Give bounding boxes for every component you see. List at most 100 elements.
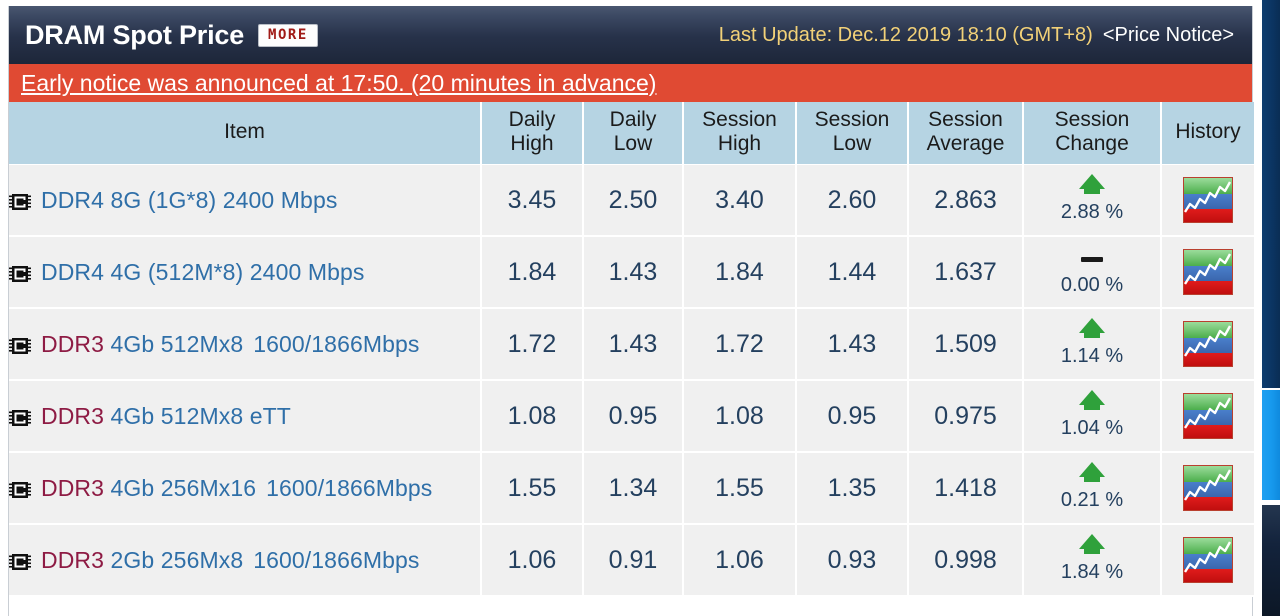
cell-session-high: 3.40 [683,164,797,238]
session-high-line2: High [717,131,762,155]
history-chart-icon[interactable] [1183,177,1233,224]
cell-session-high: 1.55 [683,452,797,526]
cell-session-high: 1.08 [683,380,797,454]
early-notice-banner: Early notice was announced at 17:50. (20… [9,64,1252,102]
item-type: DDR3 [41,403,105,430]
item-name-link[interactable]: DDR4 4G (512M*8) 2400 Mbps [41,259,365,286]
spot-price-table: Item Daily High Daily Low Session High S… [9,102,1254,598]
item-spec: 8G (1G*8) 2400 Mbps [110,186,338,213]
arrow-up-icon [1079,534,1105,555]
cell-session-average: 0.998 [908,524,1024,598]
early-notice-link[interactable]: Early notice was announced at 17:50. (20… [21,70,656,97]
history-chart-icon[interactable] [1183,537,1233,584]
memory-chip-icon [9,191,31,213]
cell-session-high: 1.72 [683,308,797,382]
column-header-session-high[interactable]: Session High [683,102,797,165]
item-type: DDR3 [41,475,105,502]
session-low-line1: Session [814,108,890,131]
arrow-up-icon [1079,318,1105,339]
title-bar-left: DRAM Spot Price MORE [25,20,318,51]
table-body: DDR4 8G (1G*8) 2400 Mbps 3.45 2.50 3.40 2.60… [9,164,1254,598]
page-title: DRAM Spot Price [25,19,245,50]
item-type: DDR3 [41,547,105,574]
more-button[interactable]: MORE [258,23,318,47]
right-panel-dark [1262,505,1280,616]
item-name-link[interactable]: DDR3 4Gb 512Mx8 eTT [41,403,291,430]
table-row: DDR4 8G (1G*8) 2400 Mbps 3.45 2.50 3.40 2.60… [9,164,1254,238]
cell-session-change: 0.00 % [1023,236,1162,310]
cell-session-change: 0.21 % [1023,452,1162,526]
cell-item: DDR4 4G (512M*8) 2400 Mbps [9,236,482,310]
column-header-session-change[interactable]: Session Change [1023,102,1162,165]
session-change-value: 1.84 % [1060,561,1124,584]
memory-chip-icon [9,335,31,357]
title-bar: DRAM Spot Price MORE Last Update: Dec.12… [9,6,1252,64]
history-chart-icon[interactable] [1183,393,1233,440]
cell-daily-high: 1.84 [481,236,584,310]
item-name-line2[interactable]: 1600/1866Mbps [266,475,432,502]
right-panel-bright-blue [1262,390,1280,500]
column-header-history-label: History [1175,119,1241,143]
cell-session-low: 1.35 [796,452,909,526]
table-header: Item Daily High Daily Low Session High S… [9,102,1254,165]
item-name-line2[interactable]: 1600/1866Mbps [253,331,419,358]
cell-daily-high: 1.55 [481,452,584,526]
cell-session-low: 1.43 [796,308,909,382]
daily-high-line1: Daily [508,108,556,131]
cell-daily-high: 1.08 [481,380,584,454]
cell-daily-low: 0.95 [583,380,684,454]
cell-item: DDR4 8G (1G*8) 2400 Mbps [9,164,482,238]
cell-daily-high: 1.06 [481,524,584,598]
history-chart-icon[interactable] [1183,465,1233,512]
cell-daily-low: 1.34 [583,452,684,526]
session-high-line1: Session [702,108,777,131]
column-header-daily-high[interactable]: Daily High [481,102,584,165]
item-name-line2[interactable]: 1600/1866Mbps [253,547,419,574]
memory-chip-icon [9,551,31,573]
item-name-link[interactable]: DDR3 2Gb 256Mx8 [41,547,243,574]
cell-session-change: 1.84 % [1023,524,1162,598]
cell-daily-low: 2.50 [583,164,684,238]
cell-daily-high: 1.72 [481,308,584,382]
item-name-link[interactable]: DDR3 4Gb 256Mx16 [41,475,256,502]
cell-session-low: 1.44 [796,236,909,310]
session-low-line2: Low [832,131,872,155]
page-root: DRAM Spot Price MORE Last Update: Dec.12… [0,0,1280,616]
daily-low-line2: Low [613,131,653,155]
cell-session-average: 0.975 [908,380,1024,454]
cell-daily-high: 3.45 [481,164,584,238]
history-chart-icon[interactable] [1183,249,1233,296]
cell-item: DDR3 2Gb 256Mx8 1600/1866Mbps [9,524,482,598]
item-type: DDR4 [41,259,105,286]
cell-session-change: 1.04 % [1023,380,1162,454]
memory-chip-icon [9,479,31,501]
column-header-item[interactable]: Item [9,102,482,165]
last-update-text: Last Update: Dec.12 2019 18:10 (GMT+8) [718,23,1093,46]
cell-history [1161,524,1254,598]
session-avg-line1: Session [928,108,1003,131]
cell-session-low: 2.60 [796,164,909,238]
cell-daily-low: 1.43 [583,308,684,382]
cell-history [1161,452,1254,526]
item-name-link[interactable]: DDR4 8G (1G*8) 2400 Mbps [41,187,337,214]
session-chg-line2: Change [1055,131,1129,155]
title-bar-right: Last Update: Dec.12 2019 18:10 (GMT+8) <… [719,24,1238,47]
session-change-value: 1.14 % [1060,345,1124,368]
daily-high-line2: High [510,131,554,155]
item-spec: 4G (512M*8) 2400 Mbps [110,259,365,286]
item-name-link[interactable]: DDR3 4Gb 512Mx8 [41,331,243,358]
column-header-session-average[interactable]: Session Average [908,102,1024,165]
cell-session-change: 1.14 % [1023,308,1162,382]
table-row: DDR3 4Gb 512Mx8 eTT 1.08 0.95 1.08 0.95 0.975… [9,380,1254,454]
session-chg-line1: Session [1054,108,1130,131]
table-row: DDR3 4Gb 512Mx8 1600/1866Mbps 1.72 1.43 1.72… [9,308,1254,382]
column-header-item-label: Item [224,119,265,143]
price-notice-link[interactable]: <Price Notice> [1103,24,1234,47]
column-header-session-low[interactable]: Session Low [796,102,909,165]
column-header-history[interactable]: History [1161,102,1254,165]
item-type: DDR4 [41,186,105,213]
memory-chip-icon [9,407,31,429]
history-chart-icon[interactable] [1183,321,1233,368]
table-row: DDR4 4G (512M*8) 2400 Mbps 1.84 1.43 1.84 1.… [9,236,1254,310]
column-header-daily-low[interactable]: Daily Low [583,102,684,165]
